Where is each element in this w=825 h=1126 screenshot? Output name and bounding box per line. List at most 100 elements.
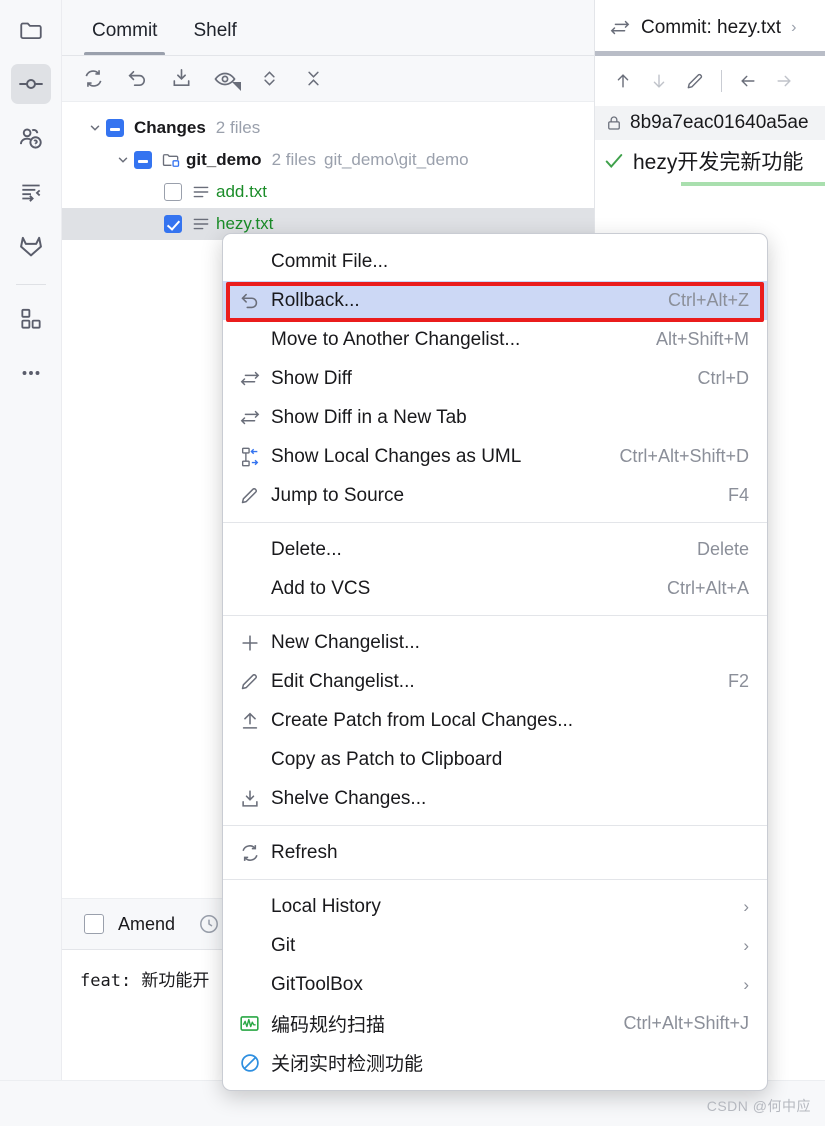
refresh-icon bbox=[239, 842, 271, 864]
menu-item-move-to-another-changelist[interactable]: Move to Another Changelist... Alt+Shift+… bbox=[223, 320, 767, 359]
submenu-arrow-icon: › bbox=[743, 935, 749, 955]
sidebar-divider bbox=[15, 284, 46, 285]
menu-item-coding-guideline-scan-label: 编码规约扫描 bbox=[271, 1015, 386, 1036]
menu-item-add-to-vcs-accel: Ctrl+Alt+A bbox=[666, 578, 749, 598]
directory-path: git_demo\git_demo bbox=[323, 150, 469, 169]
tabbar-bottom-line bbox=[62, 55, 594, 56]
tab-commit[interactable]: Commit bbox=[74, 20, 175, 56]
refresh-button[interactable] bbox=[78, 64, 108, 94]
sidebar-item-gitlab[interactable] bbox=[11, 226, 51, 266]
text-file-icon bbox=[188, 182, 214, 202]
tab-overflow-icon[interactable]: › bbox=[791, 19, 796, 37]
menu-item-delete-accel: Delete bbox=[696, 539, 749, 559]
pencil-icon[interactable] bbox=[685, 71, 705, 91]
amend-label: Amend bbox=[118, 913, 176, 934]
menu-item-refresh[interactable]: Refresh bbox=[223, 833, 767, 872]
refresh-icon bbox=[82, 67, 105, 90]
submenu-arrow-icon: › bbox=[743, 896, 749, 916]
menu-item-delete[interactable]: Delete... Delete bbox=[223, 530, 767, 569]
rollback-icon bbox=[239, 290, 271, 312]
arrow-up-icon[interactable] bbox=[613, 71, 633, 91]
chevron-down-icon[interactable] bbox=[112, 153, 134, 167]
menu-item-copy-as-patch[interactable]: Copy as Patch to Clipboard bbox=[223, 740, 767, 779]
file-checkbox-hezy[interactable] bbox=[164, 215, 182, 233]
collapse-all-button[interactable] bbox=[298, 64, 328, 94]
menu-item-git[interactable]: Git › bbox=[223, 926, 767, 965]
tree-row-directory[interactable]: git_demo 2 files git_demo\git_demo bbox=[62, 144, 594, 176]
menu-item-move-to-another-changelist-label: Move to Another Changelist... bbox=[271, 328, 521, 350]
menu-item-delete-label: Delete... bbox=[271, 538, 342, 560]
diff-tabbar: Commit: hezy.txt › bbox=[595, 0, 825, 56]
menu-separator bbox=[223, 825, 767, 826]
commit-message-underline bbox=[681, 182, 825, 186]
clock-icon[interactable] bbox=[197, 912, 221, 936]
menu-separator bbox=[223, 879, 767, 880]
tab-shelf[interactable]: Shelf bbox=[175, 20, 254, 56]
file-checkbox-add[interactable] bbox=[164, 183, 182, 201]
menu-item-show-diff-label: Show Diff bbox=[271, 367, 352, 389]
menu-item-coding-guideline-scan[interactable]: 编码规约扫描 Ctrl+Alt+Shift+J bbox=[223, 1004, 767, 1043]
menu-item-local-history[interactable]: Local History › bbox=[223, 887, 767, 926]
menu-item-new-changelist[interactable]: New Changelist... bbox=[223, 623, 767, 662]
sidebar-item-pull-requests[interactable] bbox=[11, 118, 51, 158]
preview-diff-button[interactable] bbox=[210, 64, 241, 94]
changelist-label: Changes bbox=[134, 118, 206, 137]
commit-message-text: feat: 新功能开 bbox=[80, 971, 210, 991]
toolbar-divider bbox=[721, 70, 722, 92]
diff-icon bbox=[239, 407, 271, 429]
menu-item-gittoolbox[interactable]: GitToolBox › bbox=[223, 965, 767, 1004]
menu-item-show-local-changes-as-uml-accel: Ctrl+Alt+Shift+D bbox=[619, 446, 749, 466]
arrow-down-icon[interactable] bbox=[649, 71, 669, 91]
menu-item-add-to-vcs-label: Add to VCS bbox=[271, 577, 371, 599]
tree-row-file-add[interactable]: add.txt bbox=[62, 176, 594, 208]
sidebar-item-structure[interactable] bbox=[11, 172, 51, 212]
disable-icon bbox=[239, 1052, 271, 1074]
screen-root: Commit Shelf Changes 2 files git_demo 2 … bbox=[0, 0, 825, 1126]
shelve-button[interactable] bbox=[166, 64, 196, 94]
menu-item-disable-realtime-detection[interactable]: 关闭实时检测功能 bbox=[223, 1043, 767, 1082]
commit-node-icon bbox=[17, 70, 45, 98]
sidebar-item-plugins[interactable] bbox=[11, 299, 51, 339]
menu-item-new-changelist-label: New Changelist... bbox=[271, 631, 420, 653]
menu-item-rollback-accel: Ctrl+Alt+Z bbox=[667, 290, 749, 310]
watermark: CSDN @何中应 bbox=[706, 1098, 811, 1114]
pencil-icon bbox=[239, 671, 271, 692]
changelist-file-count: 2 files bbox=[215, 118, 261, 137]
menu-item-shelve-changes[interactable]: Shelve Changes... bbox=[223, 779, 767, 818]
menu-item-commit-file[interactable]: Commit File... bbox=[223, 242, 767, 281]
expand-collapse-button[interactable] bbox=[254, 64, 284, 94]
menu-item-edit-changelist[interactable]: Edit Changelist... F2 bbox=[223, 662, 767, 701]
pull-request-icon bbox=[17, 125, 44, 152]
plus-icon bbox=[239, 632, 271, 654]
rollback-button[interactable] bbox=[122, 64, 152, 94]
directory-checkbox[interactable] bbox=[134, 151, 152, 169]
diff-toolbar bbox=[595, 56, 825, 106]
arrow-right-icon[interactable] bbox=[774, 71, 794, 91]
menu-item-show-diff-new-tab-label: Show Diff in a New Tab bbox=[271, 406, 467, 428]
menu-item-rollback-label: Rollback... bbox=[271, 289, 360, 311]
diff-tab-title[interactable]: Commit: hezy.txt bbox=[641, 17, 781, 39]
chevron-down-icon[interactable] bbox=[84, 121, 106, 135]
sidebar-item-more[interactable] bbox=[11, 353, 51, 393]
menu-item-disable-realtime-detection-label: 关闭实时检测功能 bbox=[271, 1054, 424, 1075]
commit-hash: 8b9a7eac01640a5ae bbox=[630, 112, 809, 133]
tree-row-changelist[interactable]: Changes 2 files bbox=[62, 112, 594, 144]
menu-item-edit-changelist-accel: F2 bbox=[727, 671, 749, 691]
arrow-left-icon[interactable] bbox=[738, 71, 758, 91]
changelist-checkbox[interactable] bbox=[106, 119, 124, 137]
menu-item-show-diff-new-tab[interactable]: Show Diff in a New Tab bbox=[223, 398, 767, 437]
menu-item-rollback[interactable]: Rollback... Ctrl+Alt+Z bbox=[223, 281, 767, 320]
menu-item-jump-to-source[interactable]: Jump to Source F4 bbox=[223, 476, 767, 515]
menu-item-show-diff[interactable]: Show Diff Ctrl+D bbox=[223, 359, 767, 398]
menu-item-add-to-vcs[interactable]: Add to VCS Ctrl+Alt+A bbox=[223, 569, 767, 608]
menu-item-create-patch[interactable]: Create Patch from Local Changes... bbox=[223, 701, 767, 740]
submenu-arrow-icon: › bbox=[743, 974, 749, 994]
sidebar-item-commit[interactable] bbox=[10, 64, 51, 104]
menu-item-show-local-changes-as-uml[interactable]: Show Local Changes as UML Ctrl+Alt+Shift… bbox=[223, 437, 767, 476]
tab-shelf-label: Shelf bbox=[193, 20, 237, 41]
amend-checkbox[interactable] bbox=[84, 914, 104, 934]
menu-item-jump-to-source-label: Jump to Source bbox=[271, 484, 405, 506]
menu-item-refresh-label: Refresh bbox=[271, 841, 338, 863]
plugins-grid-icon bbox=[18, 306, 44, 332]
sidebar-item-project[interactable] bbox=[11, 10, 51, 50]
